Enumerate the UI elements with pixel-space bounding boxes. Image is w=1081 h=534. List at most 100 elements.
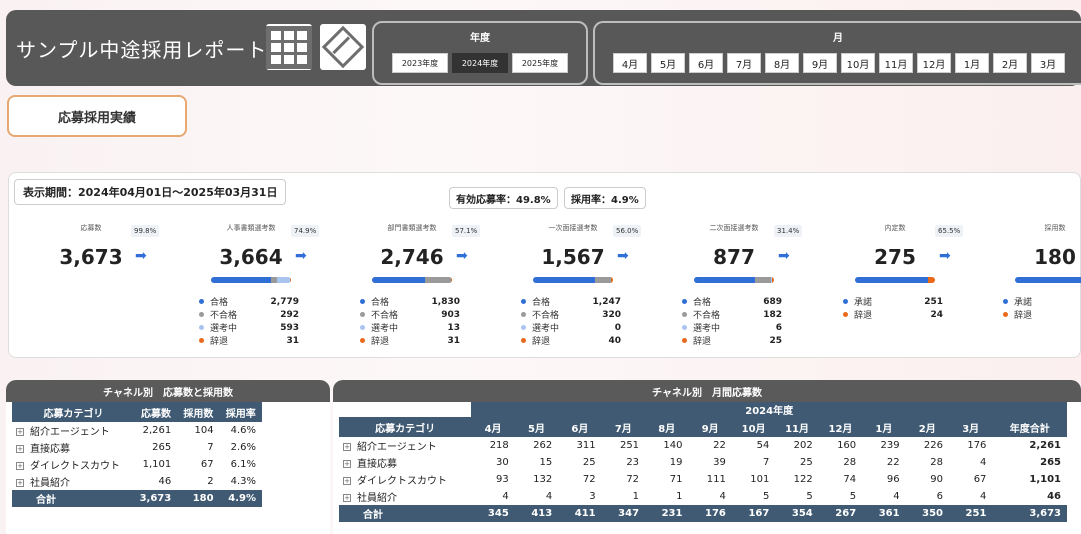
category-cell: + 直接応募 [12,439,135,456]
year-option-2024[interactable]: 2024年度 [452,53,508,73]
year-option-2025[interactable]: 2025年度 [512,53,568,73]
category-cell: + 直接応募 [339,454,471,471]
year-option-2023[interactable]: 2023年度 [392,53,448,73]
bar-segment [372,277,425,283]
category-label: 直接応募 [357,459,397,470]
column-header[interactable]: 応募カテゴリ [12,402,135,422]
legend-dot-icon [1003,299,1008,304]
bar-segment [595,277,611,283]
month-option-11[interactable]: 2月 [993,53,1027,73]
column-header[interactable]: 8月 [645,417,689,437]
column-header[interactable]: 3月 [949,417,993,437]
column-header[interactable]: 11月 [775,417,819,437]
legend-item: 選考中 6 [682,321,782,334]
total-row: 合計 345 413 411 347 231 176 167 354 267 361 350 251 3,… [339,505,1067,522]
category-cell: + 社員紹介 [339,488,471,505]
legend-item: 合格 1,247 [521,295,621,308]
application-hiring-section-button[interactable]: 応募採用実績 [7,95,187,137]
clear-filter-button[interactable] [320,24,366,70]
value-cell: 93 [496,474,509,485]
column-header[interactable]: 採用率 [219,402,262,422]
legend-value: 31 [286,335,299,346]
column-header[interactable]: 応募数 [134,402,178,422]
month-option-5[interactable]: 8月 [765,53,799,73]
column-header[interactable]: 年度合計 [992,417,1067,437]
month-label: 月 [833,33,843,44]
value-cell: 2,261 [1029,440,1061,451]
column-header[interactable]: 6月 [558,417,602,437]
column-header[interactable]: 5月 [514,417,559,437]
value-cell: 67 [973,474,987,485]
value-cell: 6.1% [230,459,256,470]
month-option-6[interactable]: 9月 [803,53,837,73]
bar-segment [928,277,935,283]
expand-icon[interactable]: + [16,479,24,487]
total-value: 180 [177,490,220,507]
legend-value: 31 [447,335,460,346]
hire-rate: 採用率：4.9% [564,187,646,209]
column-header[interactable]: 12月 [818,417,863,437]
year-header: 2024年度 [471,402,1067,417]
value-cell: 4 [980,457,987,468]
month-option-1[interactable]: 4月 [613,53,647,73]
total-value: 251 [949,505,993,522]
value-cell: 5 [806,491,813,502]
category-label: ダイレクトスカウト [357,476,447,487]
expand-icon[interactable]: + [343,443,351,451]
funnel-stage: 採用数 180 [995,223,1081,269]
value-cell: 71 [669,474,683,485]
legend-label: 選考中 [693,324,721,334]
month-option-12[interactable]: 3月 [1031,53,1065,73]
value-cell: 1,101 [1029,474,1061,485]
column-header[interactable]: 4月 [471,417,515,437]
legend-value: 40 [608,335,621,346]
category-label: 直接応募 [30,444,70,455]
column-header[interactable]: 採用数 [177,402,220,422]
month-option-4[interactable]: 7月 [727,53,761,73]
legend-item: 選考中 0 [521,321,621,334]
table-row: + 紹介エージェント 2,261 104 4.6% [12,422,262,439]
legend-value: 593 [280,322,299,333]
bar-segment [424,277,451,283]
stage-legend: 承諾 251 辞退 24 [843,295,943,321]
value-cell: 23 [626,457,640,468]
month-option-9[interactable]: 12月 [917,53,951,73]
column-header[interactable]: 1月 [862,417,906,437]
expand-icon[interactable]: + [343,494,351,502]
legend-dot-icon [682,338,687,343]
legend-label: 不合格 [371,311,399,321]
expand-icon[interactable]: + [16,462,24,470]
stage-value: 1,567 [541,245,605,269]
column-header[interactable]: 2月 [905,417,949,437]
legend-value: 251 [924,296,943,307]
legend-item: 承諾180 [1003,295,1081,308]
column-header[interactable]: 応募カテゴリ [339,417,472,437]
legend-value: 2,779 [270,296,299,307]
conversion-rate: 99.8% [131,225,160,237]
expand-icon[interactable]: + [343,460,351,468]
conversion-rate: 65.5% [935,225,964,237]
bar-segment [277,277,291,283]
stage-status-bar [1015,277,1081,283]
column-header[interactable]: 9月 [688,417,732,437]
expand-icon[interactable]: + [16,428,24,436]
value-cell: 30 [496,457,509,468]
legend-value: 13 [447,322,460,333]
month-option-8[interactable]: 11月 [879,53,913,73]
value-cell: 176 [967,440,987,451]
month-option-3[interactable]: 6月 [689,53,723,73]
column-header[interactable]: 10月 [731,417,776,437]
legend-item: 選考中 13 [360,321,460,334]
expand-icon[interactable]: + [16,445,24,453]
month-option-10[interactable]: 1月 [955,53,989,73]
legend-label: 辞退 [371,337,390,347]
value-cell: 4.3% [230,476,256,487]
legend-value: 689 [763,296,782,307]
month-option-2[interactable]: 5月 [651,53,685,73]
grid-view-button[interactable] [266,24,312,70]
stage-status-bar [372,277,452,283]
column-header[interactable]: 7月 [601,417,646,437]
expand-icon[interactable]: + [343,477,351,485]
value-cell: 39 [713,457,726,468]
month-option-7[interactable]: 10月 [841,53,875,73]
